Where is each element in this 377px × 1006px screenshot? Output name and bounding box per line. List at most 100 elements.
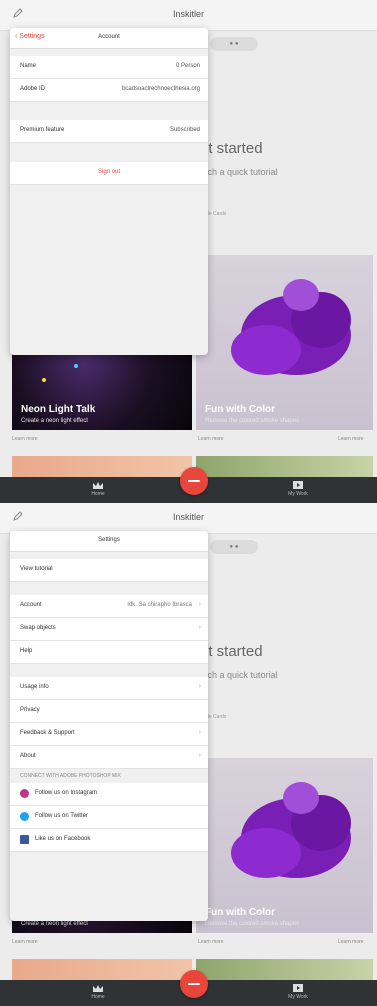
card-title: Fun with Color: [205, 404, 275, 415]
guide-cards-label: ide Cards: [205, 211, 227, 217]
row-value: bcadsoaclrechnoecthesia.org: [121, 86, 200, 92]
minus-icon: [188, 983, 200, 985]
panel-title: Settings: [98, 537, 120, 543]
tab-label: My Work: [288, 994, 308, 1000]
row-value: 0 Person: [175, 63, 200, 69]
panel-title: Account: [98, 34, 120, 40]
tab-label: Home: [91, 491, 105, 497]
tab-my-work[interactable]: My Work: [280, 983, 316, 1000]
row-label: Name: [20, 63, 37, 69]
instagram-icon: [20, 789, 29, 798]
social-row-instagram[interactable]: Follow us on Instagram: [10, 783, 208, 806]
top-bar: Inskitler: [0, 503, 377, 534]
tab-my-work[interactable]: My Work: [280, 480, 316, 497]
get-started-headline: et started: [200, 140, 263, 157]
social-row-facebook[interactable]: Like us on Facebook: [10, 829, 208, 852]
account-row-name: Name 0 Person: [10, 56, 208, 79]
row-label: Adobe ID: [20, 86, 46, 92]
neon-light-dot: [74, 364, 78, 368]
home-icon: [93, 985, 103, 992]
facebook-icon: [20, 835, 29, 844]
row-label: Account: [20, 602, 42, 608]
card-title: Fun with Color: [205, 907, 275, 918]
tutorial-subtitle: atch a quick tutorial: [200, 167, 278, 177]
sign-out-label: Sign out: [97, 169, 121, 175]
card-meta: Learn more: [198, 436, 224, 442]
panel-header: ‹ Settings Account: [10, 28, 208, 49]
row-label: Like us on Facebook: [35, 836, 91, 842]
settings-row-feedback[interactable]: Feedback & Support ›: [10, 723, 208, 746]
settings-row-swap-objects[interactable]: Swap objects ›: [10, 618, 208, 641]
filter-pill[interactable]: ● ●: [210, 37, 258, 51]
card-subtitle: Remove the colored smoke shapes: [205, 921, 300, 927]
tab-label: My Work: [288, 491, 308, 497]
card-meta: Learn more: [198, 939, 224, 945]
screen-account: Inskitler ● ● et started atch a quick tu…: [0, 0, 377, 503]
row-label: Follow us on Twitter: [35, 813, 88, 819]
view-tutorial-row[interactable]: View tutorial: [10, 559, 208, 582]
card-meta: Learn more: [12, 939, 38, 945]
screen-settings: Inskitler ● ● et started atch a quick tu…: [0, 503, 377, 1006]
card-title: Neon Light Talk: [21, 404, 96, 415]
card-meta: Learn more: [338, 939, 364, 945]
row-label: View tutorial: [20, 566, 53, 572]
chevron-right-icon: ›: [198, 729, 201, 736]
home-icon: [93, 482, 103, 489]
tab-label: Home: [91, 994, 105, 1000]
row-label: Feedback & Support: [20, 730, 75, 736]
social-row-twitter[interactable]: Follow us on Twitter: [10, 806, 208, 829]
neon-light-dot: [42, 378, 46, 382]
row-label: Premium feature: [20, 127, 65, 133]
chevron-right-icon: ›: [198, 601, 201, 608]
fun-card-image[interactable]: Fun with Color Remove the colored smoke …: [196, 758, 373, 933]
card-subtitle: Create a neon light effect: [21, 921, 88, 927]
guide-cards-label: ide Cards: [205, 714, 227, 720]
thumbnail-card[interactable]: [196, 959, 373, 981]
purple-smoke-image: [231, 782, 351, 878]
card-subtitle: Remove the colored smoke shapes: [205, 418, 300, 424]
row-label: Follow us on Instagram: [35, 790, 98, 796]
card-meta: Learn more: [12, 436, 38, 442]
fun-card-image[interactable]: Fun with Color Remove the colored smoke …: [196, 255, 373, 430]
get-started-headline: et started: [200, 643, 263, 660]
row-label: Usage info: [20, 684, 49, 690]
row-label: Privacy: [20, 707, 40, 713]
settings-row-account[interactable]: Account Idk. Sa chirapho Ibrasca ›: [10, 595, 208, 618]
settings-panel: Settings View tutorial Account Idk. Sa c…: [10, 531, 208, 921]
account-row-premium: Premium feature Subscribed: [10, 120, 208, 143]
settings-row-privacy[interactable]: Privacy: [10, 700, 208, 723]
top-bar: Inskitler: [0, 0, 377, 31]
settings-row-help[interactable]: Help: [10, 641, 208, 664]
thumbnail-card[interactable]: [196, 456, 373, 478]
tutorial-subtitle: atch a quick tutorial: [200, 670, 278, 680]
purple-smoke-image: [231, 279, 351, 375]
app-title: Inskitler: [172, 9, 204, 19]
account-row-adobe-id: Adobe ID bcadsoaclrechnoecthesia.org: [10, 79, 208, 102]
remove-button[interactable]: [180, 970, 208, 998]
chevron-right-icon: ›: [198, 752, 201, 759]
panel-header: Settings: [10, 531, 208, 552]
twitter-icon: [20, 812, 29, 821]
play-icon: [293, 984, 303, 992]
card-meta: Learn more: [338, 436, 364, 442]
row-value: Idk. Sa chirapho Ibrasca: [127, 602, 192, 608]
settings-row-usage-info[interactable]: Usage info ›: [10, 677, 208, 700]
settings-row-about[interactable]: About ›: [10, 746, 208, 769]
play-icon: [293, 481, 303, 489]
filter-pill[interactable]: ● ●: [210, 540, 258, 554]
thumbnail-card[interactable]: [12, 456, 192, 478]
sign-out-button[interactable]: Sign out: [10, 162, 208, 185]
row-label: About: [20, 753, 36, 759]
social-section-label: CONNECT WITH ADOBE PHOTOSHOP MIX: [20, 773, 121, 779]
row-label: Help: [20, 648, 33, 654]
chevron-right-icon: ›: [198, 624, 201, 631]
tab-home[interactable]: Home: [84, 983, 112, 1000]
account-panel: ‹ Settings Account Name 0 Person Adobe I…: [10, 28, 208, 355]
thumbnail-card[interactable]: [12, 959, 192, 981]
card-subtitle: Create a neon light effect: [21, 418, 88, 424]
row-value: Subscribed: [169, 127, 200, 133]
remove-button[interactable]: [180, 467, 208, 495]
tab-home[interactable]: Home: [84, 480, 112, 497]
row-label: Swap objects: [20, 625, 56, 631]
chevron-right-icon: ›: [198, 683, 201, 690]
